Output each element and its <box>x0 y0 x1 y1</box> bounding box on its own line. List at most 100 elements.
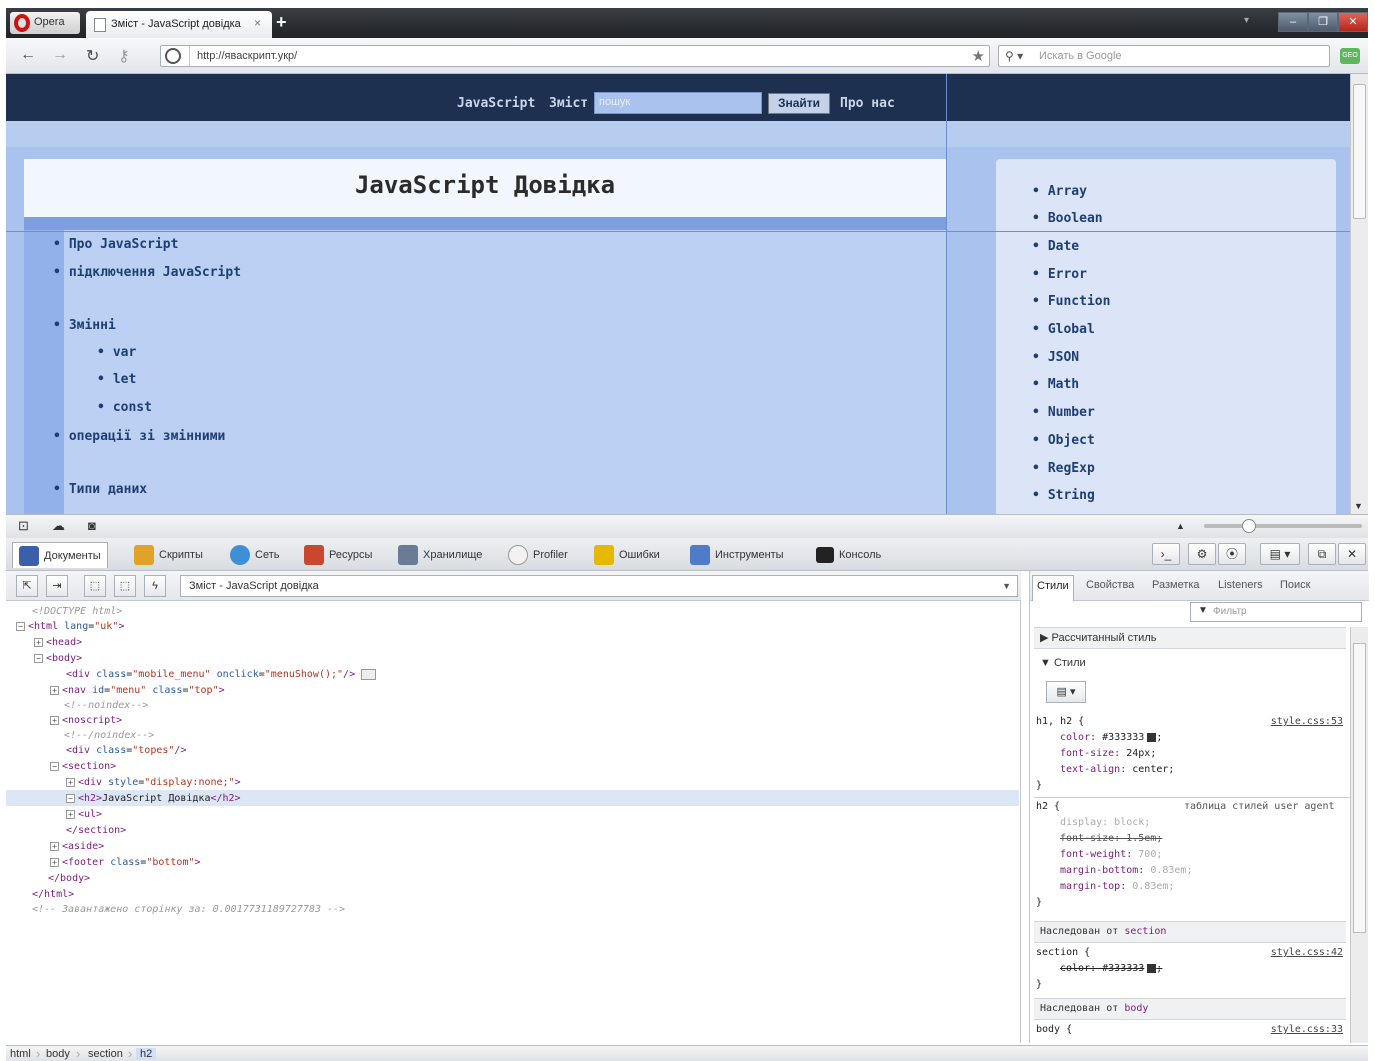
dom-node[interactable]: + <noscript> <box>50 713 122 728</box>
style-declaration[interactable]: font-size: 24px; <box>1060 748 1156 759</box>
bookmark-star-icon[interactable]: ★ <box>972 47 985 65</box>
tab-documents[interactable]: Документы <box>12 542 108 568</box>
dom-node[interactable]: <!--/noindex--> <box>64 728 154 743</box>
close-window-button[interactable]: ✕ <box>1338 12 1368 32</box>
tab-profiler[interactable]: Profiler <box>502 542 574 568</box>
reload-icon[interactable]: ↻ <box>86 46 99 66</box>
command-line-icon[interactable]: ›_ <box>1152 543 1180 565</box>
dom-node[interactable]: + <footer class="bottom"> <box>50 855 201 870</box>
select-element-icon[interactable]: ⬚ <box>84 575 106 597</box>
lightning-icon[interactable]: ϟ <box>144 575 166 597</box>
geo-extension-icon[interactable]: GEO <box>1340 48 1360 64</box>
style-declaration[interactable]: text-align: center; <box>1060 764 1174 775</box>
rule-selector[interactable]: h2 { <box>1036 801 1060 812</box>
tab-styles[interactable]: Стили <box>1032 575 1074 601</box>
url-text[interactable]: http://яваскрипт.укр/ <box>197 50 297 62</box>
turbo-icon[interactable]: ◙ <box>88 518 96 533</box>
remote-debug-icon[interactable]: ⦿ <box>1218 543 1246 565</box>
tab-layout[interactable]: Разметка <box>1152 579 1200 591</box>
settings-gear-icon[interactable]: ⚙ <box>1188 543 1216 565</box>
tab-errors[interactable]: Ошибки <box>588 542 666 568</box>
detach-window-icon[interactable]: ⧉ <box>1308 543 1336 565</box>
dom-node[interactable]: + <nav id="menu" class="top"> <box>50 683 225 698</box>
close-devtools-icon[interactable]: ✕ <box>1338 543 1366 565</box>
close-tab-icon[interactable]: × <box>254 16 261 30</box>
rule-source-link[interactable]: style.css:42 <box>1271 947 1343 958</box>
tab-network[interactable]: Сеть <box>224 542 285 568</box>
opera-menu-button[interactable]: Opera <box>10 12 80 34</box>
minimize-button[interactable]: – <box>1278 12 1308 32</box>
breadcrumb-item[interactable]: section <box>88 1048 123 1060</box>
maximize-button[interactable]: ❐ <box>1308 12 1338 32</box>
cloud-icon[interactable]: ☁ <box>52 518 65 534</box>
aside-list-item[interactable]: JSON <box>1032 350 1079 365</box>
search-icon[interactable]: ⚲ ▾ <box>1005 49 1023 63</box>
dom-node[interactable]: <div class="mobile_menu" onclick="menuSh… <box>66 667 377 682</box>
breadcrumb-item[interactable]: html <box>10 1048 31 1060</box>
aside-list-item[interactable]: Array <box>1032 184 1087 199</box>
aside-list-item[interactable]: Boolean <box>1032 211 1103 226</box>
sub-list-item[interactable]: const <box>97 400 152 415</box>
breadcrumb-item-current[interactable]: h2 <box>136 1048 157 1060</box>
dom-node[interactable]: + <div style="display:none;"> <box>66 775 241 790</box>
main-list-item[interactable]: Типи даних <box>53 482 147 497</box>
dom-node[interactable]: </html> <box>32 887 74 902</box>
tab-scripts[interactable]: Скрипты <box>128 542 209 568</box>
dom-node[interactable]: + <head> <box>34 635 82 650</box>
aside-list-item[interactable]: Error <box>1032 267 1087 282</box>
aside-list-item[interactable]: Date <box>1032 239 1079 254</box>
tab-console[interactable]: Консоль <box>810 542 887 568</box>
dom-node[interactable]: <div class="topes"/> <box>66 743 186 758</box>
rule-selector[interactable]: section { <box>1036 947 1090 958</box>
color-swatch[interactable] <box>1147 732 1157 742</box>
scroll-down-icon[interactable]: ▼ <box>1354 501 1363 511</box>
new-rule-dropdown-icon[interactable]: ▤ ▾ <box>1046 681 1086 703</box>
main-list-item[interactable]: Про JavaScript <box>53 237 179 252</box>
main-list-item[interactable]: підключення JavaScript <box>53 265 241 280</box>
rule-selector[interactable]: h1, h2 { <box>1036 716 1084 727</box>
tab-listeners[interactable]: Listeners <box>1218 579 1263 591</box>
computed-style-section[interactable]: ▶ Рассчитанный стиль <box>1034 627 1346 649</box>
dom-node[interactable]: − <html lang="uk"> <box>16 619 124 634</box>
dom-node[interactable]: <!--noindex--> <box>64 698 148 713</box>
rule-source-link[interactable]: style.css:33 <box>1271 1024 1343 1035</box>
panel-toggle-icon[interactable]: ⊡ <box>18 518 29 534</box>
style-filter-input[interactable]: Фильтр <box>1190 602 1362 622</box>
aside-list-item[interactable]: Function <box>1032 294 1111 309</box>
dom-node[interactable]: + <ul> <box>66 807 102 822</box>
aside-list-item[interactable]: Number <box>1032 405 1095 420</box>
tab-resources[interactable]: Ресурсы <box>298 542 378 568</box>
dom-node[interactable]: <!-- Завантажено сторінку за: 0.00177311… <box>32 902 345 917</box>
tab-tools[interactable]: Инструменты <box>684 542 790 568</box>
aside-list-item[interactable]: Math <box>1032 377 1079 392</box>
layout-dropdown-icon[interactable]: ▤ ▾ <box>1260 543 1300 565</box>
dom-node[interactable]: <!DOCTYPE html> <box>32 604 122 619</box>
nav-link-about[interactable]: Про нас <box>840 96 895 111</box>
dom-node[interactable]: + <aside> <box>50 839 104 854</box>
sub-list-item[interactable]: let <box>97 372 136 387</box>
aside-list-item[interactable]: String <box>1032 488 1095 503</box>
dom-node[interactable]: − <section> <box>50 759 116 774</box>
aside-list-item[interactable]: Object <box>1032 433 1095 448</box>
zoom-out-icon[interactable]: ▲ <box>1176 521 1185 531</box>
site-search-button[interactable]: Знайти <box>768 93 830 114</box>
zoom-slider-knob[interactable] <box>1242 519 1256 533</box>
address-field[interactable]: http://яваскрипт.укр/ ★ <box>160 45 990 67</box>
document-selector[interactable]: Зміст - JavaScript довідка ▼ <box>180 575 1018 597</box>
expand-all-icon[interactable]: ⇱ <box>16 575 38 597</box>
event-listener-icon[interactable] <box>361 668 377 680</box>
nav-link-contents[interactable]: Зміст <box>549 96 588 111</box>
tab-list-dropdown-icon[interactable]: ▾ <box>1244 15 1249 26</box>
forward-icon[interactable]: → <box>52 46 68 64</box>
styles-scrollbar[interactable] <box>1350 627 1368 1043</box>
nav-link-javascript[interactable]: JavaScript <box>457 96 535 111</box>
key-icon[interactable]: ⚷ <box>118 46 130 66</box>
dom-node[interactable]: − <body> <box>34 651 82 666</box>
aside-list-item[interactable]: RegExp <box>1032 461 1095 476</box>
rule-selector[interactable]: body { <box>1036 1024 1072 1035</box>
dom-node-selected[interactable]: − <h2>JavaScript Довідка</h2> <box>66 791 241 806</box>
styles-scrollbar-thumb[interactable] <box>1353 643 1366 933</box>
tab-storage[interactable]: Хранилище <box>392 542 488 568</box>
browser-tab[interactable]: Зміст - JavaScript довідка × <box>86 11 272 38</box>
export-icon[interactable]: ⇥ <box>46 575 68 597</box>
